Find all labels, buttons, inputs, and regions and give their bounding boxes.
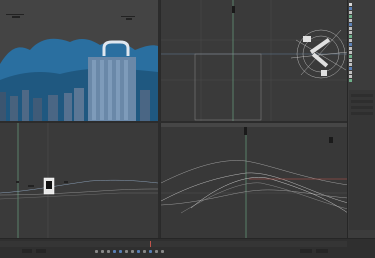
front-scene xyxy=(0,123,158,238)
front-viewport[interactable] xyxy=(0,123,158,238)
object-icon xyxy=(349,34,352,38)
object-icon xyxy=(349,22,352,26)
frame-field-3[interactable] xyxy=(300,249,312,253)
graph-editor[interactable] xyxy=(160,123,348,238)
attribute-row[interactable] xyxy=(351,94,373,97)
play-back-icon[interactable] xyxy=(107,249,110,253)
object-icon xyxy=(349,58,352,62)
time-slider[interactable] xyxy=(0,241,347,247)
graph-editor-header xyxy=(161,123,348,127)
step-forward-icon[interactable] xyxy=(119,249,122,253)
jump-start-icon[interactable] xyxy=(95,249,98,253)
object-icon xyxy=(349,10,352,14)
settings-icon[interactable] xyxy=(149,249,152,253)
graph-curves xyxy=(161,123,348,238)
outliner-list xyxy=(349,2,375,82)
top-viewport[interactable] xyxy=(160,0,348,121)
object-icon xyxy=(349,62,352,66)
object-icon xyxy=(349,38,352,42)
step-back-icon[interactable] xyxy=(101,249,104,253)
object-icon xyxy=(349,30,352,34)
object-icon xyxy=(349,14,352,18)
record-icon[interactable] xyxy=(143,249,146,253)
transport-controls xyxy=(95,248,164,254)
sound-icon[interactable] xyxy=(161,249,164,253)
attribute-row[interactable] xyxy=(351,100,373,103)
object-icon xyxy=(349,78,352,82)
viewport-divider-horizontal[interactable] xyxy=(0,121,347,123)
playhead[interactable] xyxy=(150,241,151,247)
object-icon xyxy=(349,18,352,22)
key-icon[interactable] xyxy=(137,249,140,253)
outliner-panel[interactable] xyxy=(347,0,375,238)
object-icon xyxy=(349,66,352,70)
object-icon xyxy=(349,50,352,54)
outliner-item[interactable] xyxy=(349,78,375,82)
frame-field-4[interactable] xyxy=(316,249,328,253)
object-icon xyxy=(349,74,352,78)
object-icon xyxy=(349,46,352,50)
object-icon xyxy=(349,2,352,6)
attribute-panel xyxy=(349,90,375,230)
jump-end-icon[interactable] xyxy=(125,249,128,253)
object-icon xyxy=(349,6,352,10)
frame-field-1[interactable] xyxy=(22,249,32,253)
attribute-row[interactable] xyxy=(351,106,373,109)
perspective-scene xyxy=(0,0,158,121)
camera-icon[interactable] xyxy=(155,249,158,253)
viewport-divider-vertical[interactable] xyxy=(158,0,160,238)
object-icon xyxy=(349,70,352,74)
object-icon xyxy=(349,26,352,30)
object-icon xyxy=(349,54,352,58)
attribute-row[interactable] xyxy=(351,112,373,115)
frame-field-2[interactable] xyxy=(36,249,46,253)
timeline-bar xyxy=(0,238,375,258)
play-icon[interactable] xyxy=(113,249,116,253)
perspective-viewport[interactable] xyxy=(0,0,158,121)
top-scene xyxy=(161,0,348,121)
loop-icon[interactable] xyxy=(131,249,134,253)
object-icon xyxy=(349,42,352,46)
